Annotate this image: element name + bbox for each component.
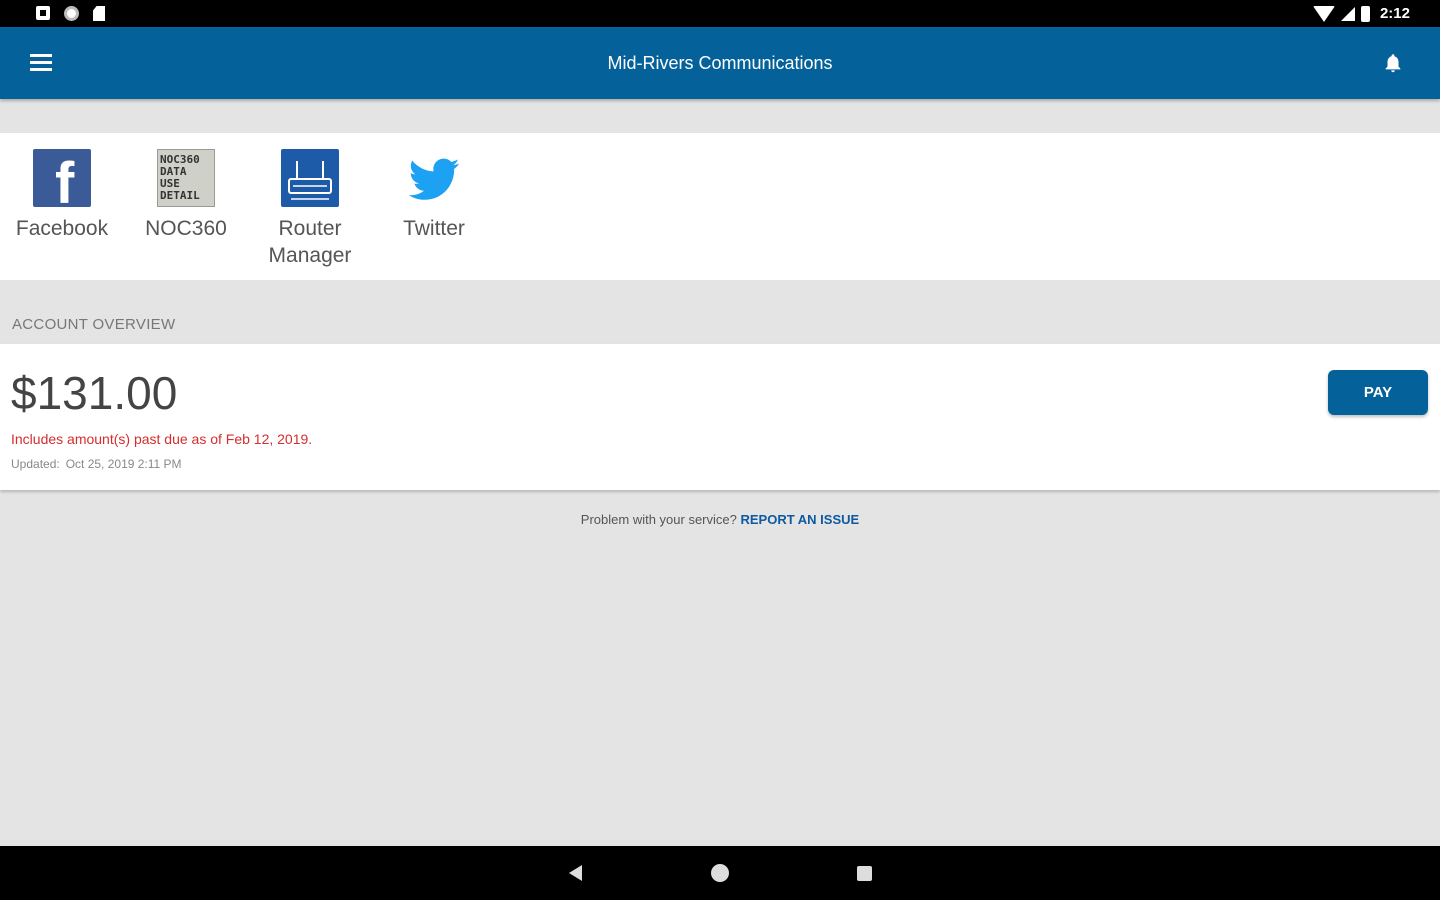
account-card: $131.00 Includes amount(s) past due as o… bbox=[0, 344, 1440, 490]
updated-label: Updated: bbox=[11, 457, 60, 471]
updated-timestamp: Updated: Oct 25, 2019 2:11 PM bbox=[11, 457, 182, 471]
report-prompt: Problem with your service? bbox=[580, 512, 737, 527]
shortcut-label-line: Router bbox=[278, 217, 342, 240]
noc360-icon: NOC360 DATA USE DETAIL bbox=[157, 149, 215, 207]
shortcut-noc360[interactable]: NOC360 DATA USE DETAIL NOC360 bbox=[124, 149, 248, 242]
app-bar: Mid-Rivers Communications bbox=[0, 27, 1440, 99]
balance-amount: $131.00 bbox=[11, 367, 178, 419]
noc360-icon-text: DETAIL bbox=[160, 189, 200, 202]
shortcut-label: NOC360 bbox=[145, 217, 227, 240]
shortcut-router-manager[interactable]: Router Manager bbox=[248, 149, 372, 269]
wifi-icon bbox=[1312, 5, 1335, 22]
shortcut-label: Router Manager bbox=[248, 215, 372, 269]
shortcut-label: Twitter bbox=[403, 217, 465, 240]
account-overview-header: ACCOUNT OVERVIEW bbox=[12, 316, 176, 333]
home-icon[interactable] bbox=[711, 864, 729, 882]
shortcut-label: Facebook bbox=[15, 217, 109, 240]
sync-icon bbox=[64, 6, 79, 21]
shortcuts-row: f Facebook NOC360 DATA USE DETAIL NOC360… bbox=[0, 133, 1440, 280]
sd-card-icon bbox=[93, 6, 105, 21]
shortcut-twitter[interactable]: Twitter bbox=[372, 149, 496, 242]
updated-value: Oct 25, 2019 2:11 PM bbox=[65, 457, 182, 471]
twitter-icon bbox=[405, 149, 463, 207]
router-icon bbox=[281, 149, 339, 207]
recents-icon[interactable] bbox=[857, 866, 872, 881]
back-icon[interactable] bbox=[569, 865, 582, 881]
shortcut-facebook[interactable]: f Facebook bbox=[0, 149, 124, 242]
status-left-icons bbox=[36, 6, 105, 21]
cell-signal-icon bbox=[1340, 6, 1355, 21]
shortcut-label-line: Manager bbox=[268, 244, 352, 267]
battery-icon bbox=[1360, 5, 1370, 22]
status-right-icons: 2:12 bbox=[1312, 5, 1410, 22]
facebook-icon: f bbox=[33, 149, 91, 213]
report-issue-link[interactable]: REPORT AN ISSUE bbox=[740, 512, 859, 527]
status-clock: 2:12 bbox=[1379, 5, 1410, 22]
status-bar: 2:12 bbox=[0, 0, 1440, 27]
past-due-notice: Includes amount(s) past due as of Feb 12… bbox=[11, 431, 313, 447]
navigation-bar bbox=[0, 846, 1440, 900]
app-title: Mid-Rivers Communications bbox=[607, 53, 833, 73]
report-issue-line: Problem with your service? REPORT AN ISS… bbox=[0, 512, 1440, 527]
pay-button[interactable]: PAY bbox=[1328, 370, 1428, 415]
notification-icon bbox=[36, 6, 50, 20]
bell-icon[interactable] bbox=[1382, 51, 1404, 75]
